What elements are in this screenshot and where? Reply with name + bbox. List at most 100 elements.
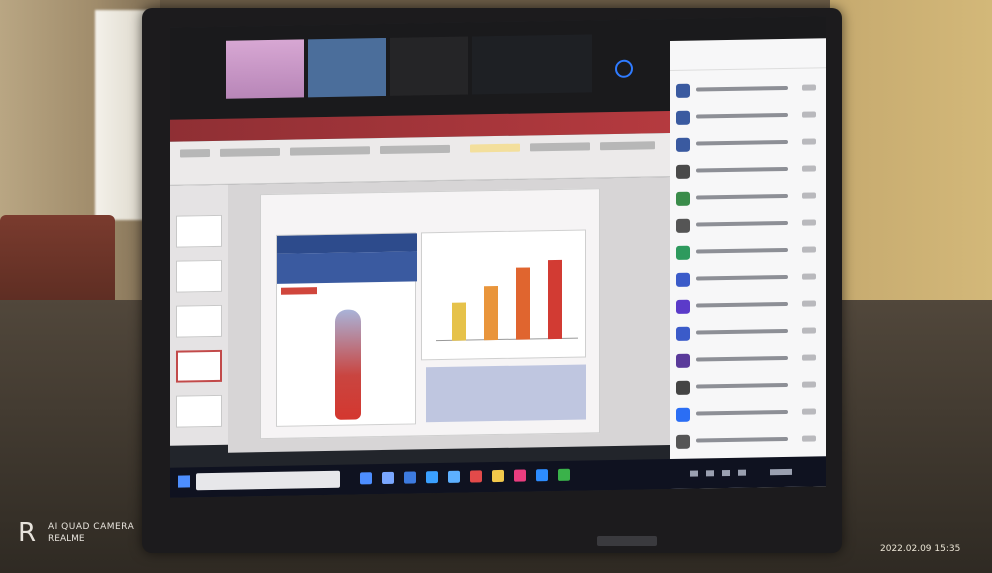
participant-row[interactable]	[676, 267, 820, 290]
realme-logo-icon: R	[18, 518, 37, 548]
participant-avatar-icon	[676, 434, 690, 449]
participant-name	[696, 85, 788, 92]
participant-row[interactable]	[676, 240, 820, 263]
video-tile[interactable]	[226, 39, 304, 99]
mic-icon[interactable]	[802, 111, 816, 118]
mic-icon[interactable]	[802, 354, 816, 361]
camera-icon[interactable]	[615, 59, 633, 78]
windows-start-icon[interactable]	[178, 475, 190, 488]
ribbon-group[interactable]	[470, 143, 520, 153]
participant-row[interactable]	[676, 105, 820, 128]
search-input[interactable]	[196, 470, 340, 491]
ribbon-group[interactable]	[600, 141, 655, 151]
chart-bar	[484, 286, 498, 341]
watermark-camera: AI QUAD CAMERA	[48, 522, 135, 532]
taskbar-app-icon[interactable]	[404, 471, 416, 484]
participant-avatar-icon	[676, 218, 690, 233]
taskbar-app-icon[interactable]	[448, 470, 460, 483]
participant-avatar-icon	[676, 272, 690, 287]
mic-icon[interactable]	[802, 435, 816, 442]
tray-icon[interactable]	[722, 469, 730, 477]
participant-avatar-icon	[676, 110, 690, 125]
participant-name	[696, 409, 788, 416]
video-tile[interactable]	[308, 37, 386, 98]
participant-avatar-icon	[676, 326, 690, 341]
participant-row[interactable]	[676, 294, 820, 317]
taskbar-app-icon[interactable]	[492, 469, 504, 483]
infographic-tag	[281, 287, 317, 295]
taskbar-app-icon[interactable]	[470, 470, 482, 483]
taskbar-app-icon[interactable]	[558, 468, 570, 481]
taskbar-app-icon[interactable]	[426, 471, 438, 484]
taskbar-app-icon[interactable]	[360, 472, 372, 485]
slide-thumbnail[interactable]	[176, 394, 222, 428]
participant-row[interactable]	[676, 159, 820, 182]
tray-icon[interactable]	[690, 470, 698, 477]
participant-name	[696, 139, 788, 146]
mic-icon[interactable]	[802, 165, 816, 172]
participant-avatar-icon	[676, 407, 690, 422]
participants-header	[670, 38, 826, 71]
mic-icon[interactable]	[802, 246, 816, 253]
body-figure-graphic	[335, 309, 361, 420]
ribbon-group[interactable]	[380, 144, 450, 155]
participant-avatar-icon	[676, 245, 690, 260]
mic-icon[interactable]	[802, 219, 816, 226]
participant-row[interactable]	[676, 186, 820, 209]
slide-thumbnail[interactable]	[176, 259, 222, 293]
participant-row[interactable]	[676, 402, 820, 425]
right-wall	[830, 0, 992, 300]
participant-name	[696, 355, 788, 362]
taskbar-app-icon[interactable]	[382, 471, 394, 485]
participants-panel	[670, 38, 826, 489]
current-slide	[260, 188, 600, 440]
participant-name	[696, 220, 788, 227]
active-speaker-tile[interactable]	[472, 34, 592, 95]
participant-row[interactable]	[676, 375, 820, 398]
participant-row[interactable]	[676, 78, 820, 101]
mic-icon[interactable]	[802, 381, 816, 388]
participant-row[interactable]	[676, 132, 820, 155]
slide-thumbnail[interactable]	[176, 304, 222, 338]
clock-indicator[interactable]	[770, 468, 792, 476]
mic-icon[interactable]	[802, 192, 816, 199]
participant-avatar-icon	[676, 137, 690, 152]
participant-avatar-icon	[676, 299, 690, 314]
monitor-brand-logo	[597, 536, 657, 546]
slide-thumbnail[interactable]	[176, 214, 222, 248]
ribbon-group[interactable]	[290, 146, 370, 156]
mic-icon[interactable]	[802, 300, 816, 307]
slide-thumbnail-selected[interactable]	[176, 349, 222, 383]
participant-name	[696, 328, 788, 335]
participant-name	[696, 382, 788, 389]
participant-row[interactable]	[676, 321, 820, 344]
mic-icon[interactable]	[802, 408, 816, 415]
participant-avatar-icon	[676, 164, 690, 179]
participant-name	[696, 166, 788, 173]
participant-row[interactable]	[676, 213, 820, 236]
tray-icon[interactable]	[706, 470, 714, 477]
participant-row[interactable]	[676, 348, 820, 371]
participant-avatar-icon	[676, 83, 690, 98]
tray-icon[interactable]	[738, 469, 746, 476]
taskbar-app-icon[interactable]	[514, 469, 526, 482]
slide-bar-chart	[421, 229, 586, 361]
ribbon-group[interactable]	[530, 142, 590, 152]
slide-text-box	[426, 364, 586, 423]
system-tray	[670, 456, 826, 489]
participant-row[interactable]	[676, 429, 820, 452]
watermark-device: REALME	[48, 534, 85, 544]
photo-scene: R AI QUAD CAMERA REALME 2022.02.09 15:35	[0, 0, 992, 573]
video-tile[interactable]	[390, 36, 468, 96]
mic-icon[interactable]	[802, 273, 816, 280]
chart-bar	[548, 259, 562, 340]
chart-bar	[516, 267, 530, 340]
participant-name	[696, 301, 788, 308]
participant-avatar-icon	[676, 380, 690, 395]
mic-icon[interactable]	[802, 84, 816, 91]
mic-icon[interactable]	[802, 327, 816, 334]
mic-icon[interactable]	[802, 138, 816, 145]
taskbar-app-icon[interactable]	[536, 469, 548, 482]
ribbon-group[interactable]	[220, 147, 280, 157]
ribbon-group[interactable]	[180, 149, 210, 158]
